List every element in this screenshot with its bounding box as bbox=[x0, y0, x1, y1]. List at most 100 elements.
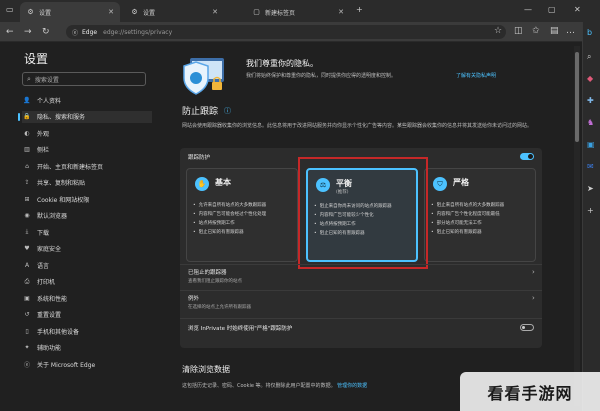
section-title: 防止跟踪 bbox=[182, 107, 219, 117]
search-placeholder: 搜索设置 bbox=[34, 76, 59, 84]
tab-settings-1[interactable]: ⚙ 设置 ✕ bbox=[20, 2, 120, 22]
manage-data-link[interactable]: 管理你的数据 bbox=[337, 383, 367, 389]
search-settings-input[interactable]: ⌕ 搜索设置 bbox=[22, 72, 146, 86]
url-scheme: Edge bbox=[82, 28, 98, 36]
workspace-icon[interactable]: ▭ bbox=[6, 5, 14, 14]
collections-icon[interactable]: ▤ bbox=[550, 26, 559, 36]
bullet: 部分站点可能无法工作 bbox=[431, 219, 504, 228]
sidebar-item[interactable]: ▥ 侧栏 bbox=[22, 144, 152, 156]
sidebar-item[interactable]: ⌂ 开始、主页和新建标签页 bbox=[22, 160, 152, 172]
sidebar-item[interactable]: ⎙ 打印机 bbox=[22, 276, 152, 288]
sidebar-item-icon: ⤓ bbox=[25, 228, 29, 235]
forward-icon[interactable]: → bbox=[24, 27, 32, 37]
minimize-icon[interactable]: — bbox=[524, 5, 532, 14]
close-tab-icon[interactable]: ✕ bbox=[212, 8, 218, 16]
blocked-trackers-sub: 查看我们阻止跟踪你的站点 bbox=[188, 279, 242, 284]
help-icon[interactable]: ⓘ bbox=[224, 106, 231, 116]
divider bbox=[180, 290, 542, 291]
sidebar-item-label: 开始、主页和新建标签页 bbox=[37, 163, 104, 171]
sidebar-item[interactable]: ⓔ 关于 Microsoft Edge bbox=[22, 358, 152, 370]
chevron-right-icon[interactable]: › bbox=[532, 294, 535, 302]
sidebar-item-icon: A bbox=[24, 261, 30, 269]
sidebar-item[interactable]: ◐ 外观 bbox=[22, 127, 152, 139]
sidebar-item[interactable]: ▣ 系统和性能 bbox=[22, 292, 152, 304]
sidebar-item[interactable]: 🔒 隐私、搜索和服务 bbox=[18, 110, 152, 123]
sidebar-item-label: Cookie 和网站权限 bbox=[37, 196, 90, 204]
sidebar-item[interactable]: ⇪ 共享、复制和粘贴 bbox=[22, 177, 152, 189]
exceptions-title[interactable]: 例外 bbox=[188, 294, 199, 302]
page-scrollbar[interactable] bbox=[574, 46, 580, 406]
sidebar-item[interactable]: ⤓ 下载 bbox=[22, 226, 152, 238]
back-icon[interactable]: ← bbox=[6, 27, 14, 37]
url-field[interactable]: ⓔ Edge edge://settings/privacy bbox=[66, 25, 506, 39]
sidebar-item[interactable]: ♥ 家庭安全 bbox=[22, 243, 152, 255]
settings-main: 我们尊重你的隐私。 我们将始终保护和尊重你的隐私，同时提供你应得的透明度和控制。… bbox=[160, 42, 574, 411]
title-bar: ⚙ 设置 ✕ ⚙ 设置 ✕ ▢ 新建标签页 ✕ ▭ + — ▢ ✕ bbox=[0, 0, 600, 22]
tab-settings-2[interactable]: ⚙ 设置 ✕ bbox=[124, 2, 224, 22]
more-icon[interactable]: … bbox=[566, 26, 575, 36]
chevron-right-icon[interactable]: › bbox=[532, 268, 535, 276]
sidebar-item-label: 辅助功能 bbox=[37, 345, 62, 352]
close-window-icon[interactable]: ✕ bbox=[574, 5, 581, 14]
sidebar-item-icon: 🔒 bbox=[23, 113, 31, 120]
sidebar-item[interactable]: ◉ 默认浏览器 bbox=[22, 210, 152, 222]
sidebar-item-icon: ⌂ bbox=[25, 162, 29, 170]
sidebar-item-icon: ↺ bbox=[24, 311, 30, 318]
option-name: 严格 bbox=[453, 178, 469, 187]
office-icon[interactable]: ▣ bbox=[587, 140, 595, 149]
exceptions-sub: 在选择的站点上允许所有跟踪器 bbox=[188, 305, 251, 310]
close-tab-icon[interactable]: ✕ bbox=[108, 8, 114, 16]
sidebar-item-label: 系统和性能 bbox=[37, 295, 68, 303]
sidebar-item[interactable]: ↺ 重置设置 bbox=[22, 309, 152, 321]
sidebar-item[interactable]: A 语言 bbox=[22, 259, 152, 271]
add-icon[interactable]: + bbox=[587, 206, 594, 215]
favorite-star-icon[interactable]: ☆ bbox=[494, 26, 502, 36]
scroll-thumb[interactable] bbox=[575, 52, 579, 142]
new-tab-button[interactable]: + bbox=[356, 5, 363, 14]
maximize-icon[interactable]: ▢ bbox=[548, 5, 556, 14]
clear-desc-text: 这包括历史记录、密码、Cookie 等。将仅删除此用户配置中的数据。 bbox=[182, 383, 336, 389]
privacy-hero-title: 我们尊重你的隐私。 bbox=[246, 59, 318, 68]
copilot-icon[interactable]: b bbox=[587, 28, 592, 37]
sidebar-item-icon: ♥ bbox=[24, 245, 30, 252]
sidebar-item-icon: ⇪ bbox=[24, 179, 30, 186]
sidebar-item-icon: ⊞ bbox=[24, 195, 30, 203]
shopping-icon[interactable]: ◆ bbox=[587, 74, 593, 83]
shield-icon: ⛉ bbox=[433, 177, 447, 191]
privacy-statement-link[interactable]: 了解有关隐私声明 bbox=[456, 72, 496, 79]
option-bullets: 允许来自所有站点的大多数跟踪器 内容和广告可能会经过个性化处理 站点将按预期工作… bbox=[193, 201, 267, 237]
option-basic[interactable]: ✋ 基本 允许来自所有站点的大多数跟踪器 内容和广告可能会经过个性化处理 站点将… bbox=[186, 168, 298, 262]
hand-icon: ✋ bbox=[195, 177, 209, 191]
send-icon[interactable]: ➤ bbox=[587, 184, 594, 193]
gear-icon: ⚙ bbox=[131, 8, 138, 16]
sidebar-item[interactable]: ✦ 辅助功能 bbox=[22, 342, 152, 354]
games-icon[interactable]: ♞ bbox=[587, 118, 594, 127]
outlook-icon[interactable]: ✉ bbox=[587, 162, 594, 171]
inprivate-strict-toggle[interactable] bbox=[520, 324, 534, 331]
site-watermark: 看看手游网 bbox=[460, 372, 600, 411]
sidebar-item-label: 关于 Microsoft Edge bbox=[37, 361, 96, 369]
bullet: 内容和广告个性化程度可能最低 bbox=[431, 210, 504, 219]
tab-label: 设置 bbox=[39, 9, 52, 17]
sidebar-item-icon: ◉ bbox=[24, 212, 30, 219]
sidebar-item[interactable]: ▯ 手机和其他设备 bbox=[22, 325, 152, 337]
sidebar-item[interactable]: 👤 个人资料 bbox=[22, 94, 152, 106]
split-screen-icon[interactable]: ◫ bbox=[514, 26, 523, 36]
refresh-icon[interactable]: ↻ bbox=[42, 27, 50, 37]
gear-icon: ⚙ bbox=[27, 8, 34, 16]
blocked-trackers-title[interactable]: 已阻止的跟踪器 bbox=[188, 268, 227, 276]
favorites-icon[interactable]: ✩ bbox=[532, 26, 540, 36]
tracking-toggle[interactable] bbox=[520, 153, 534, 160]
tools-icon[interactable]: ✚ bbox=[587, 96, 594, 105]
search-icon[interactable]: ⌕ bbox=[587, 52, 591, 62]
close-tab-icon[interactable]: ✕ bbox=[338, 8, 344, 16]
sidebar-item-label: 共享、复制和粘贴 bbox=[37, 180, 86, 187]
sidebar-item[interactable]: ⊞ Cookie 和网站权限 bbox=[22, 193, 152, 205]
highlight-box bbox=[298, 157, 428, 269]
bullet: 阻止已知的有害跟踪器 bbox=[193, 228, 266, 237]
option-strict[interactable]: ⛉ 严格 阻止来自所有站点的大多数跟踪器 内容和广告个性化程度可能最低 部分站点… bbox=[424, 168, 536, 262]
privacy-hero-desc: 我们将始终保护和尊重你的隐私，同时提供你应得的透明度和控制。 bbox=[246, 73, 397, 79]
clear-data-desc: 这包括历史记录、密码、Cookie 等。将仅删除此用户配置中的数据。 管理你的数… bbox=[182, 382, 367, 389]
inprivate-strict-label: 浏览 InPrivate 时始终使用"严格"跟踪防护 bbox=[188, 326, 293, 332]
tab-new-tab[interactable]: ▢ 新建标签页 ✕ bbox=[246, 2, 350, 22]
